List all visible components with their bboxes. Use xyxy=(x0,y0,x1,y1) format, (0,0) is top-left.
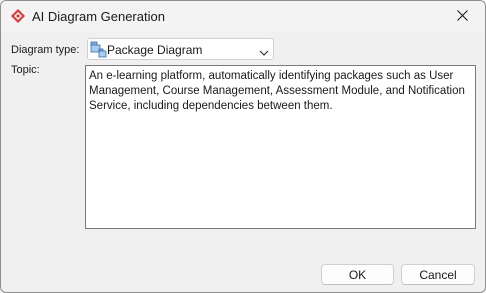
topic-label: Topic: xyxy=(11,64,40,76)
close-icon xyxy=(456,9,468,24)
window-title: AI Diagram Generation xyxy=(32,9,165,24)
diagram-type-value: Package Diagram xyxy=(107,43,203,57)
topic-textarea[interactable]: An e-learning platform, automatically id… xyxy=(85,65,476,229)
package-diagram-icon xyxy=(90,41,108,58)
title-bar[interactable]: AI Diagram Generation xyxy=(1,1,485,32)
diagram-type-select[interactable]: Package Diagram xyxy=(87,38,274,60)
cancel-button[interactable]: Cancel xyxy=(401,264,475,285)
diagram-type-label: Diagram type: xyxy=(11,44,80,56)
close-button[interactable] xyxy=(439,1,485,32)
ok-button[interactable]: OK xyxy=(321,264,394,285)
dialog-window: AI Diagram Generation Diagram type: Pack… xyxy=(0,0,486,293)
chevron-down-icon xyxy=(259,46,269,56)
diamond-logo-icon xyxy=(11,9,25,23)
